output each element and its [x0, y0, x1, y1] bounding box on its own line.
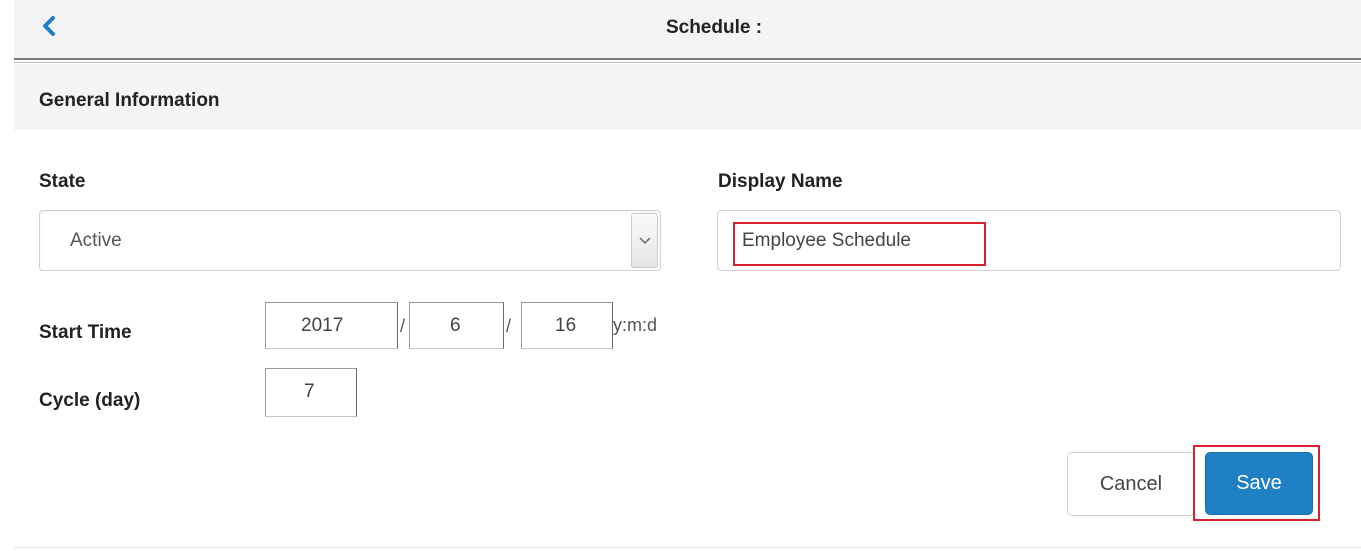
section-title: General Information — [39, 90, 220, 111]
state-select-caret[interactable] — [631, 213, 658, 268]
page-title: Schedule : — [665, 17, 763, 38]
save-button[interactable]: Save — [1205, 452, 1313, 515]
cancel-button[interactable]: Cancel — [1067, 452, 1195, 516]
date-separator: / — [400, 316, 406, 336]
state-select[interactable] — [39, 210, 661, 271]
chevron-down-icon — [638, 232, 651, 250]
start-time-label: Start Time — [39, 322, 132, 343]
display-name-label: Display Name — [718, 171, 843, 192]
display-name-value: Employee Schedule — [742, 230, 911, 251]
start-year-value: 2017 — [301, 315, 344, 336]
start-day-value: 16 — [555, 315, 577, 336]
state-label: State — [39, 171, 86, 192]
start-month-value: 6 — [450, 315, 461, 336]
cycle-value: 7 — [304, 381, 315, 402]
date-format-hint: y:m:d — [613, 315, 658, 335]
date-separator: / — [506, 316, 512, 336]
cycle-label: Cycle (day) — [39, 390, 141, 411]
state-select-value: Active — [70, 230, 122, 251]
panel-bottom-border — [14, 547, 1361, 548]
header-divider — [14, 58, 1361, 63]
